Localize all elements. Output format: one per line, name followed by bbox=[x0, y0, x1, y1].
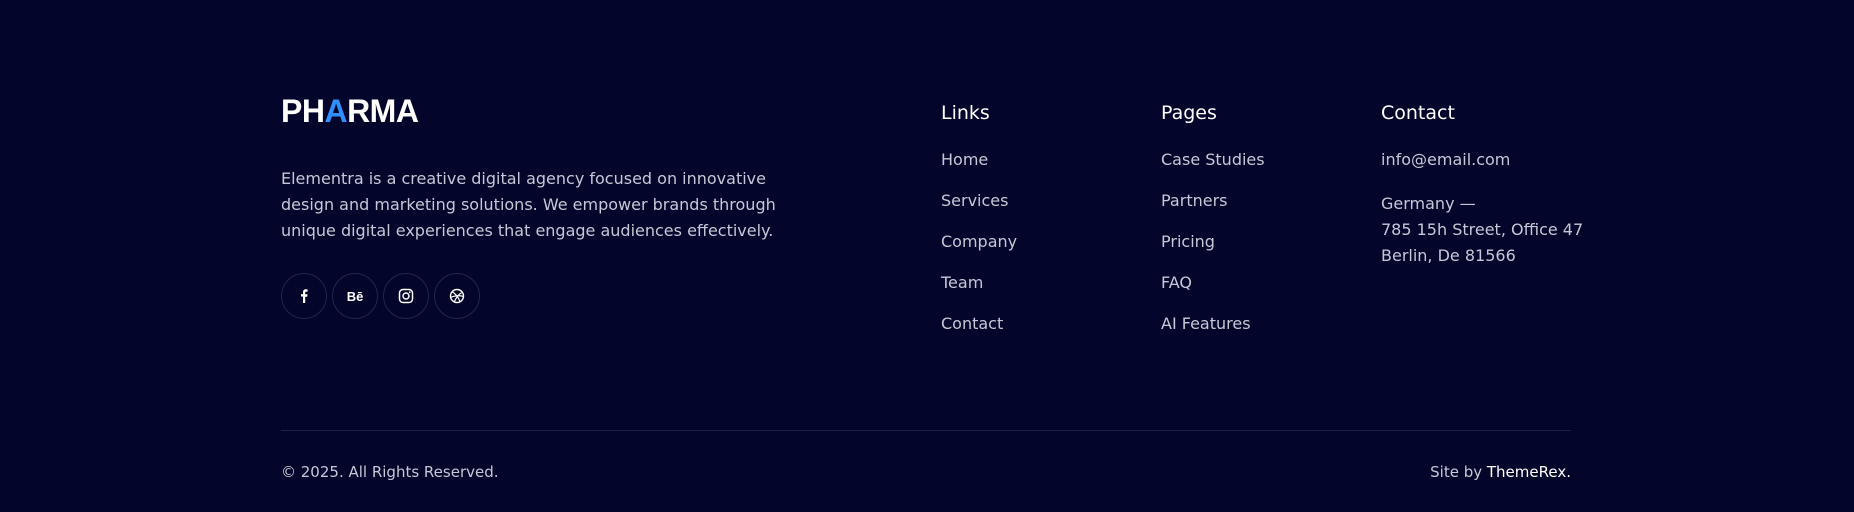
footer-link-faq[interactable]: FAQ bbox=[1161, 273, 1265, 293]
facebook-icon bbox=[297, 289, 311, 303]
credit-prefix: Site by bbox=[1430, 463, 1483, 481]
instagram-icon bbox=[398, 288, 414, 304]
pharma-logo[interactable]: PH A RMA bbox=[281, 93, 419, 129]
logo-text-start: PH bbox=[281, 93, 325, 129]
dribbble-button[interactable] bbox=[434, 273, 480, 319]
links-heading: Links bbox=[941, 102, 990, 124]
pages-column: Pages Case Studies Partners Pricing FAQ … bbox=[1161, 100, 1265, 355]
contact-column: Contact info@email.com Germany — 785 15h… bbox=[1381, 100, 1583, 269]
copyright-text: © 2025. All Rights Reserved. bbox=[281, 463, 499, 481]
social-links: Bē bbox=[281, 273, 480, 319]
footer-link-company[interactable]: Company bbox=[941, 232, 1017, 252]
pages-list: Case Studies Partners Pricing FAQ AI Fea… bbox=[1161, 150, 1265, 334]
footer-link-services[interactable]: Services bbox=[941, 191, 1017, 211]
footer-link-team[interactable]: Team bbox=[941, 273, 1017, 293]
contact-address: Germany — 785 15h Street, Office 47 Berl… bbox=[1381, 191, 1583, 269]
facebook-button[interactable] bbox=[281, 273, 327, 319]
contact-email-link[interactable]: info@email.com bbox=[1381, 150, 1583, 170]
behance-icon: Bē bbox=[346, 288, 364, 304]
address-line: 785 15h Street, Office 47 bbox=[1381, 220, 1584, 239]
address-line: Germany — bbox=[1381, 194, 1476, 213]
footer-link-pricing[interactable]: Pricing bbox=[1161, 232, 1265, 252]
footer-link-contact[interactable]: Contact bbox=[941, 314, 1017, 334]
contact-heading: Contact bbox=[1381, 102, 1455, 124]
themerex-link[interactable]: ThemeRex. bbox=[1487, 463, 1571, 481]
logo-text-end: RMA bbox=[347, 93, 419, 129]
address-line: Berlin, De 81566 bbox=[1381, 246, 1516, 265]
site-credit: Site by ThemeRex. bbox=[1430, 462, 1571, 482]
footer-divider bbox=[281, 430, 1571, 431]
footer-link-ai-features[interactable]: AI Features bbox=[1161, 314, 1265, 334]
instagram-button[interactable] bbox=[383, 273, 429, 319]
dribbble-icon bbox=[449, 288, 465, 304]
footer-link-home[interactable]: Home bbox=[941, 150, 1017, 170]
logo-text-accent: A bbox=[324, 93, 348, 129]
links-column: Links Home Services Company Team Contact bbox=[941, 100, 1017, 355]
company-description: Elementra is a creative digital agency f… bbox=[281, 169, 776, 240]
pages-heading: Pages bbox=[1161, 102, 1217, 124]
links-list: Home Services Company Team Contact bbox=[941, 150, 1017, 334]
footer-link-case-studies[interactable]: Case Studies bbox=[1161, 150, 1265, 170]
site-footer: PH A RMA Elementra is a creative digital a… bbox=[281, 0, 1583, 512]
behance-button[interactable]: Bē bbox=[332, 273, 378, 319]
footer-link-partners[interactable]: Partners bbox=[1161, 191, 1265, 211]
